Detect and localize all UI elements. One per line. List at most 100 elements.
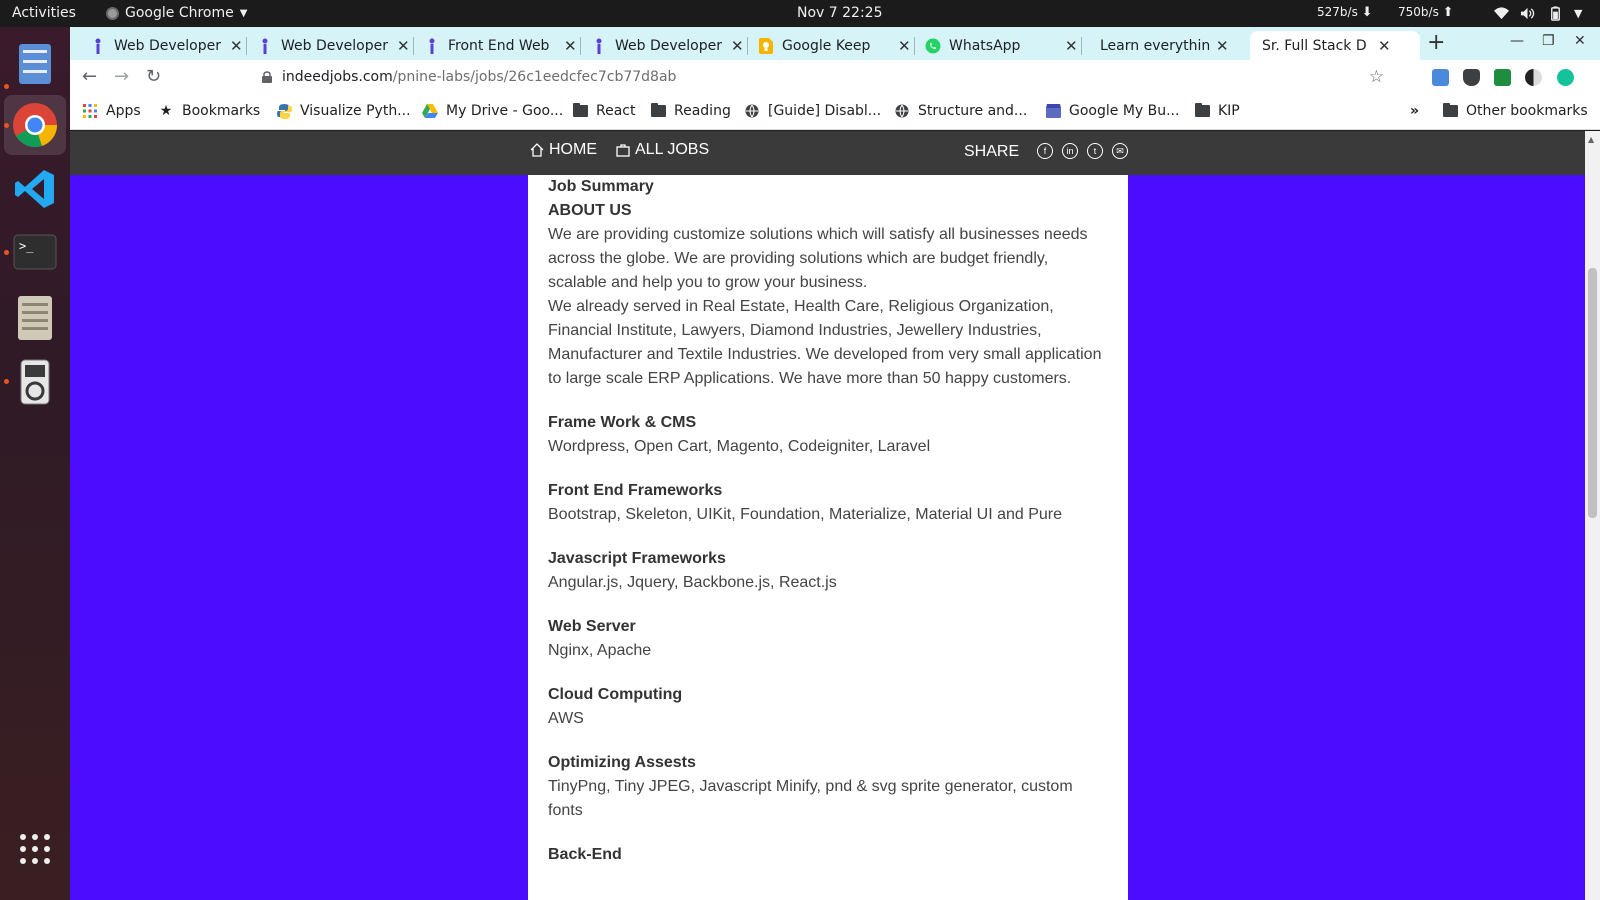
google-drive-icon [422,103,438,119]
volume-icon[interactable] [1520,6,1535,21]
nav-home-link[interactable]: HOME [530,141,597,159]
bookmark-other-bookmarks[interactable]: Other bookmarks [1442,103,1588,119]
bookmark-my-drive[interactable]: My Drive - Goo... [422,103,563,119]
bookmark-folder-kip[interactable]: KIP [1194,103,1240,119]
excel-extension-icon[interactable] [1494,69,1511,86]
globe-icon [744,103,760,119]
close-icon[interactable]: ✕ [1216,37,1229,55]
close-icon[interactable]: ✕ [731,37,744,55]
vscode-app-icon[interactable] [10,164,60,214]
file-manager-app-icon[interactable] [10,293,60,343]
folder-icon [650,103,666,119]
tab-separator [1081,37,1082,55]
tab[interactable]: WhatsApp ✕ [925,31,1085,60]
back-button[interactable]: ← [82,66,97,87]
shield-extension-icon[interactable] [1463,69,1480,86]
tab[interactable]: Front End Web ✕ [424,31,584,60]
url-text[interactable]: indeedjobs.com/pnine-labs/jobs/26c1eedcf… [282,69,676,85]
new-tab-button[interactable]: + [1427,30,1445,55]
minimize-icon[interactable]: — [1510,33,1524,49]
about-us-paragraph: We are providing customize solutions whi… [548,226,1088,291]
bookmark-folder-react[interactable]: React [572,103,635,119]
scroll-up-arrow-icon[interactable]: ▲ [1588,135,1594,144]
folder-icon [572,103,588,119]
tab[interactable]: Web Developer ✕ [90,31,250,60]
bookmarks-overflow-button[interactable]: » [1410,103,1419,119]
restore-icon[interactable]: ❐ [1542,33,1555,49]
bookmark-guide-disable[interactable]: [Guide] Disabl... [744,103,881,119]
skill-section: Frame Work & CMS Wordpress, Open Cart, M… [548,411,1108,459]
skill-section: Web Server Nginx, Apache [548,615,1108,663]
tab-separator [747,37,748,55]
bookmark-bookmarks[interactable]: ★ Bookmarks [158,103,261,119]
music-player-app-icon[interactable] [10,357,60,407]
wifi-icon[interactable] [1494,6,1509,21]
lock-icon[interactable] [262,71,272,83]
window-close-icon[interactable]: ✕ [1574,33,1586,49]
tab-active[interactable]: Sr. Full Stack D ✕ [1250,31,1420,60]
tab-title: Google Keep [782,37,871,54]
terminal-app-icon[interactable]: >_ [10,227,60,277]
globe-icon [894,103,910,119]
arrow-down-icon: ⬇ [1361,5,1373,20]
battery-icon[interactable] [1548,6,1563,21]
forward-button[interactable]: → [114,66,129,87]
google-translate-icon[interactable] [1432,69,1449,86]
page-scrollbar[interactable]: ▲ [1585,131,1600,900]
files-app-icon[interactable] [10,39,60,89]
skill-section: Cloud Computing AWS [548,683,1108,731]
arrow-up-icon: ⬆ [1442,5,1454,20]
job-summary-heading: Job Summary [548,178,654,195]
close-icon[interactable]: ✕ [1378,37,1391,55]
twitter-icon[interactable]: t [1087,143,1103,159]
apps-grid-icon [82,103,98,119]
share-label: SHARE [964,143,1020,160]
tab-strip: Web Developer ✕ Web Developer ✕ Front En… [70,27,1600,60]
bookmark-structure[interactable]: Structure and... [894,103,1027,119]
about-us-paragraph: We already served in Real Estate, Health… [548,298,1102,387]
close-icon[interactable]: ✕ [1065,37,1078,55]
job-description: Job Summary ABOUT US We are providing cu… [528,175,1128,900]
google-my-business-icon [1045,103,1061,119]
tab[interactable]: Web Developer ✕ [257,31,417,60]
clock[interactable]: Nov 7 22:25 [797,5,882,21]
bookmark-star-icon[interactable]: ☆ [1369,67,1384,87]
skill-section: Javascript Frameworks Angular.js, Jquery… [548,547,1108,595]
indeed-icon [591,38,607,54]
briefcase-icon [616,144,630,157]
linkedin-icon[interactable]: in [1062,143,1078,159]
site-navbar: HOME ALL JOBS SHARE f in t ✉ [70,131,1585,175]
tab[interactable]: Learn everythin ✕ [1092,31,1252,60]
folder-icon [1442,103,1458,119]
tab-title: Sr. Full Stack D [1262,37,1367,54]
system-menu-chevron-icon[interactable]: ▼ [1574,7,1582,20]
skill-section: Optimizing Assests TinyPng, Tiny JPEG, J… [548,751,1108,823]
tab[interactable]: Google Keep ✕ [758,31,918,60]
bookmark-google-my-business[interactable]: Google My Bu... [1045,103,1179,119]
close-icon[interactable]: ✕ [564,37,577,55]
activities-button[interactable]: Activities [12,5,76,21]
section-text: Angular.js, Jquery, Backbone.js, React.j… [548,574,837,591]
skill-section: Back-End [548,843,1108,867]
close-icon[interactable]: ✕ [230,37,243,55]
bookmark-visualize-python[interactable]: Visualize Pyth... [276,103,411,119]
running-indicator [4,123,9,128]
app-menu[interactable]: Google Chrome ▼ [106,5,247,21]
scrollbar-thumb[interactable] [1588,268,1597,518]
facebook-icon[interactable]: f [1037,143,1053,159]
grammarly-icon[interactable] [1557,69,1574,86]
email-icon[interactable]: ✉ [1112,143,1128,159]
dark-mode-icon[interactable] [1525,69,1542,86]
show-applications-icon[interactable] [10,824,60,874]
tab[interactable]: Web Developer ✕ [591,31,751,60]
nav-all-jobs-link[interactable]: ALL JOBS [616,141,709,159]
star-icon: ★ [159,103,173,119]
chrome-app-icon[interactable] [4,95,66,155]
close-icon[interactable]: ✕ [898,37,911,55]
running-indicator [4,379,9,384]
bookmark-apps[interactable]: Apps [82,103,141,119]
reload-button[interactable]: ↻ [146,66,161,87]
address-bar[interactable]: indeedjobs.com/pnine-labs/jobs/26c1eedcf… [250,63,1398,93]
bookmark-folder-reading[interactable]: Reading [650,103,731,119]
close-icon[interactable]: ✕ [397,37,410,55]
